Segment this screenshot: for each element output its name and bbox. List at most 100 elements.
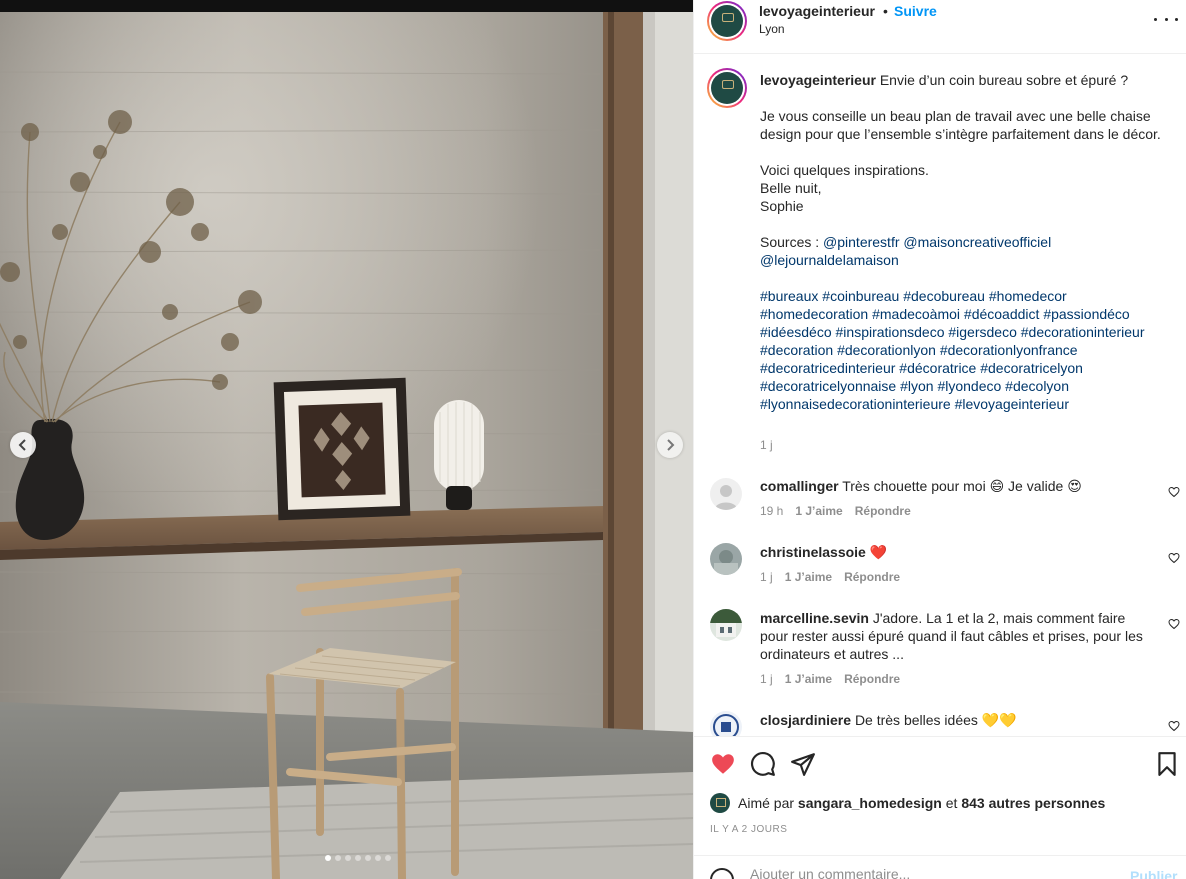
brand-logo-icon [711,72,743,104]
author-username[interactable]: levoyageinterieur [759,3,875,19]
heart-outline-icon[interactable] [1168,720,1180,732]
hashtag-link[interactable]: #decobureau [903,288,985,304]
heart-outline-icon[interactable] [1168,618,1180,630]
commenter-username[interactable]: christinelassoie [760,544,866,560]
header-separator: • [883,3,888,19]
commenter-avatar[interactable] [710,543,742,575]
hashtag-link[interactable]: #decoratricelyonnaise [760,378,896,394]
comment-text: comallinger Très chouette pour moi 😄 Je … [760,477,1150,495]
carousel-next-button[interactable] [657,432,683,458]
hashtag-link[interactable]: #passiondéco [1043,306,1129,322]
comment-likes[interactable]: 1 J’aime [785,570,832,584]
carousel-dot [354,855,361,861]
hashtag-link[interactable]: #décoaddict [964,306,1040,322]
reply-button[interactable]: Répondre [855,504,911,518]
commenter-avatar[interactable] [710,478,742,510]
mention-link[interactable]: @pinterestfr [823,234,899,250]
comment-time[interactable]: 1 j [760,672,773,686]
hashtag-link[interactable]: #decorationinterieur [1021,324,1145,340]
more-options-button[interactable] [1154,10,1178,28]
hashtag-link[interactable]: #igersdeco [948,324,1017,340]
hashtag-link[interactable]: #décoratrice [899,360,976,376]
caption-line-sophie: Sophie [760,198,804,214]
user-photo-icon [710,543,742,575]
likes-count[interactable]: 843 autres personnes [961,795,1105,811]
hashtag-link[interactable]: #madecoàmoi [872,306,960,322]
post-actions: Aimé par sangara_homedesign et 843 autre… [694,736,1186,879]
chevron-right-icon [667,439,675,451]
comments-section[interactable]: levoyageinterieur Envie d’un coin bureau… [694,54,1186,736]
heart-outline-icon[interactable] [1168,552,1180,564]
comment-text: marcelline.sevin J'adore. La 1 et la 2, … [760,609,1150,663]
commenter-avatar[interactable] [710,711,742,736]
heart-filled-icon[interactable] [710,751,736,777]
comment-likes[interactable]: 1 J’aime [795,504,842,518]
hashtag-link[interactable]: #inspirationsdeco [836,324,945,340]
mention-link[interactable]: @maisoncreativeofficiel [903,234,1051,250]
hashtag-link[interactable]: #homedecor [989,288,1067,304]
user-photo-icon [710,711,742,736]
hashtag-link[interactable]: #decorationlyon [837,342,936,358]
comment-text: closjardiniere De très belles idées 💛💛 [760,711,1150,729]
carousel-dot [334,855,341,861]
carousel-dot [364,855,371,861]
comment-time[interactable]: 1 j [760,570,773,584]
caption-timestamp[interactable]: 1 j [760,438,773,452]
interior-photo [0,12,693,879]
hashtag-link[interactable]: #idéesdéco [760,324,832,340]
caption-author-avatar[interactable] [707,68,747,108]
post-header: levoyageinterieur • Suivre Lyon [694,0,1186,54]
hashtag-link[interactable]: #decolyon [1005,378,1069,394]
paper-plane-icon[interactable] [790,751,816,777]
carousel-dot [384,855,391,861]
comment-bubble-icon[interactable] [750,751,776,777]
follow-button[interactable]: Suivre [894,3,937,19]
hashtag-link[interactable]: #decoratricelyon [980,360,1083,376]
liker-avatar[interactable] [710,793,730,813]
hashtag-link[interactable]: #decoratricedinterieur [760,360,895,376]
hashtag-link[interactable]: #bureaux [760,288,818,304]
reply-button[interactable]: Répondre [844,672,900,686]
publish-button[interactable]: Publier [1130,868,1177,879]
emoji-icon[interactable] [710,868,734,879]
mention-link[interactable]: @lejournaldelamaison [760,252,899,268]
brand-logo-icon [711,5,743,37]
commenter-username[interactable]: comallinger [760,478,839,494]
caption-line-belle: Belle nuit, [760,180,822,196]
post-date[interactable]: IL Y A 2 JOURS [710,824,787,835]
likes-and: et [945,795,958,811]
comment-message: De très belles idées 💛💛 [854,712,1017,728]
comment-input[interactable] [750,866,1110,879]
post-location[interactable]: Lyon [759,22,785,36]
hashtag-link[interactable]: #homedecoration [760,306,868,322]
hashtag-link[interactable]: #decorationlyonfrance [940,342,1078,358]
author-avatar[interactable] [707,1,747,41]
hashtag-link[interactable]: #lyonnaisedecorationinterieure [760,396,951,412]
comment-time[interactable]: 19 h [760,504,783,518]
reply-button[interactable]: Répondre [844,570,900,584]
carousel-prev-button[interactable] [10,432,36,458]
comment-text: christinelassoie ❤️ [760,543,1150,561]
commenter-username[interactable]: closjardiniere [760,712,851,728]
post-image[interactable] [0,0,693,879]
likes-summary: Aimé par sangara_homedesign et 843 autre… [710,793,1105,813]
hashtag-link[interactable]: #lyondeco [937,378,1001,394]
liker-username[interactable]: sangara_homedesign [798,795,942,811]
bookmark-icon[interactable] [1154,751,1180,777]
comment-likes[interactable]: 1 J’aime [785,672,832,686]
post-side-panel: levoyageinterieur • Suivre Lyon levoyage… [693,0,1186,879]
hashtag-link[interactable]: #levoyageinterieur [955,396,1069,412]
user-photo-icon [710,609,742,641]
hashtag-link[interactable]: #decoration [760,342,833,358]
post-caption: levoyageinterieur Envie d’un coin bureau… [760,71,1170,413]
caption-line-voici: Voici quelques inspirations. [760,162,929,178]
caption-line-1: Envie d’un coin bureau sobre et épuré ? [879,72,1129,88]
commenter-avatar[interactable] [710,609,742,641]
commenter-username[interactable]: marcelline.sevin [760,610,869,626]
caption-username[interactable]: levoyageinterieur [760,72,876,88]
hashtag-link[interactable]: #lyon [900,378,933,394]
heart-outline-icon[interactable] [1168,486,1180,498]
caption-paragraph-2: Je vous conseille un beau plan de travai… [760,108,1161,142]
comment-meta: 19 h 1 J’aime Répondre [760,504,911,518]
hashtag-link[interactable]: #coinbureau [822,288,899,304]
